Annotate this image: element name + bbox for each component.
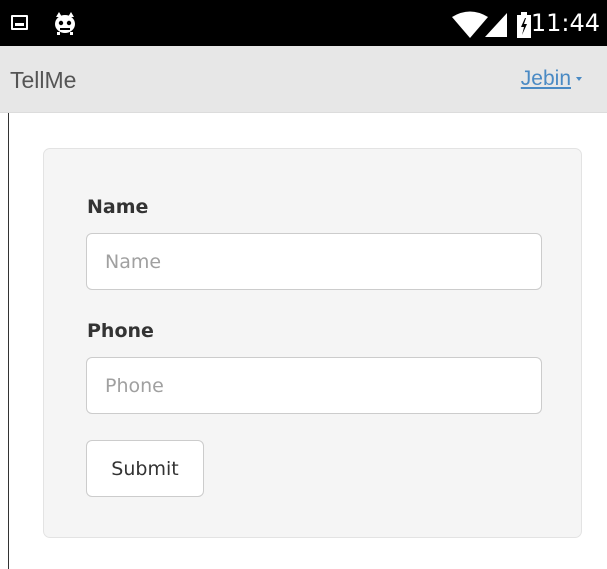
user-menu-dropdown[interactable]: Jebin bbox=[521, 66, 582, 92]
name-label: Name bbox=[87, 196, 149, 218]
name-input[interactable] bbox=[86, 233, 542, 290]
submit-button[interactable]: Submit bbox=[86, 440, 204, 497]
battery-icon bbox=[517, 12, 531, 38]
signal-icon bbox=[485, 13, 507, 37]
status-bar: 11:44 bbox=[0, 0, 607, 46]
app-screen: 11:44 TellMe Jebin Name Phone Submit bbox=[0, 0, 607, 569]
content-edge-line bbox=[8, 113, 9, 569]
gallery-icon bbox=[11, 15, 28, 30]
status-time: 11:44 bbox=[530, 9, 600, 37]
contact-form-panel: Name Phone Submit bbox=[43, 148, 582, 538]
bug-icon bbox=[55, 12, 75, 35]
app-brand[interactable]: TellMe bbox=[10, 66, 76, 94]
phone-input[interactable] bbox=[86, 357, 542, 414]
caret-down-icon bbox=[576, 77, 582, 82]
phone-label: Phone bbox=[87, 320, 154, 342]
app-bar: TellMe Jebin bbox=[0, 46, 607, 113]
user-menu-label: Jebin bbox=[520, 67, 571, 90]
